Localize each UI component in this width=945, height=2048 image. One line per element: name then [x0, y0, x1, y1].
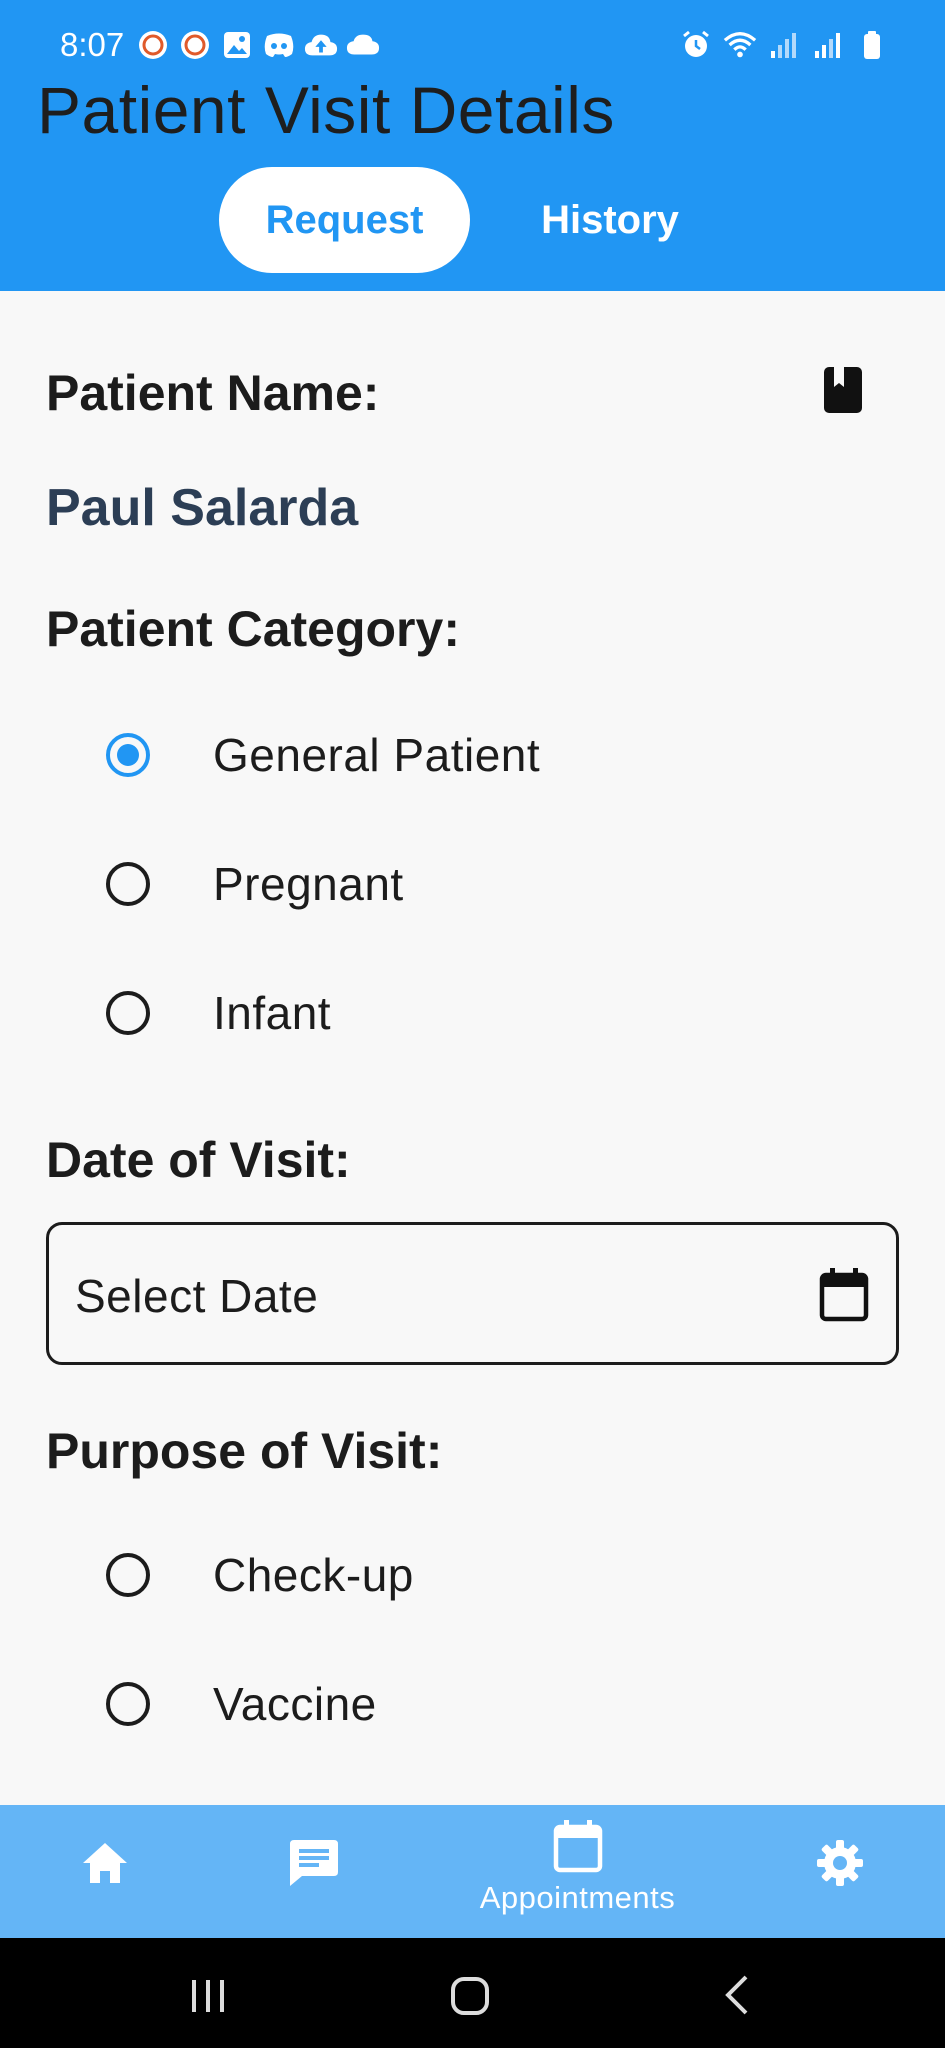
radio-label: Check-up	[213, 1549, 414, 1601]
recent-apps-icon[interactable]	[188, 1978, 228, 2019]
radio-label: General Patient	[213, 729, 541, 781]
patient-category-label: Patient Category:	[46, 601, 460, 657]
category-option-general-patient[interactable]: General Patient	[106, 725, 540, 785]
app-header: 8:07 Patient Visit Details Request Histo…	[0, 0, 945, 291]
category-option-pregnant[interactable]: Pregnant	[106, 854, 403, 914]
calendar-icon[interactable]	[818, 1267, 870, 1323]
home-icon	[80, 1840, 130, 1891]
image-icon	[220, 28, 254, 62]
patient-name-value: Paul Salarda	[46, 479, 359, 537]
bottom-navigation: Appointments	[0, 1805, 945, 1938]
radio-button[interactable]	[106, 862, 150, 906]
status-time: 8:07	[60, 26, 125, 63]
patient-name-label: Patient Name:	[46, 365, 380, 421]
cloud-upload-icon	[304, 28, 338, 62]
radio-button[interactable]	[106, 991, 150, 1035]
app-notification-icon	[136, 28, 170, 62]
signal-icon	[767, 28, 801, 62]
notification-icons	[136, 28, 380, 62]
chat-icon	[288, 1838, 340, 1893]
system-status-icons	[679, 28, 889, 62]
date-picker-field[interactable]: Select Date	[46, 1222, 899, 1365]
nav-messages[interactable]	[288, 1838, 340, 1893]
nav-settings[interactable]	[816, 1839, 864, 1892]
purpose-option-check-up[interactable]: Check-up	[106, 1545, 413, 1605]
discord-icon	[262, 28, 296, 62]
system-navigation-bar	[0, 1938, 945, 2048]
radio-label: Pregnant	[213, 858, 404, 910]
wifi-icon	[723, 28, 757, 62]
radio-button[interactable]	[106, 1682, 150, 1726]
date-of-visit-label: Date of Visit:	[46, 1132, 351, 1188]
purpose-option-vaccine[interactable]: Vaccine	[106, 1674, 376, 1734]
radio-button[interactable]	[106, 1553, 150, 1597]
date-placeholder: Select Date	[75, 1270, 319, 1322]
category-option-infant[interactable]: Infant	[106, 983, 331, 1043]
tab-request[interactable]: Request	[219, 167, 470, 273]
radio-label: Vaccine	[213, 1678, 377, 1730]
page-title: Patient Visit Details	[37, 73, 615, 147]
back-icon[interactable]	[722, 1974, 752, 2021]
nav-appointments-label: Appointments	[479, 1880, 676, 1915]
tab-history[interactable]: History	[490, 167, 730, 273]
calendar-icon	[553, 1819, 603, 1878]
battery-icon	[855, 28, 889, 62]
nav-home[interactable]	[80, 1840, 130, 1891]
signal-icon	[811, 28, 845, 62]
purpose-of-visit-label: Purpose of Visit:	[46, 1423, 443, 1479]
radio-button[interactable]	[106, 733, 150, 777]
settings-icon	[816, 1839, 864, 1892]
cloud-icon	[346, 28, 380, 62]
radio-label: Infant	[213, 987, 332, 1039]
nav-appointments[interactable]: Appointments	[470, 1819, 685, 1916]
home-button-icon[interactable]	[450, 1976, 490, 2021]
app-notification-icon	[178, 28, 212, 62]
book-icon[interactable]	[822, 365, 868, 417]
alarm-icon	[679, 28, 713, 62]
